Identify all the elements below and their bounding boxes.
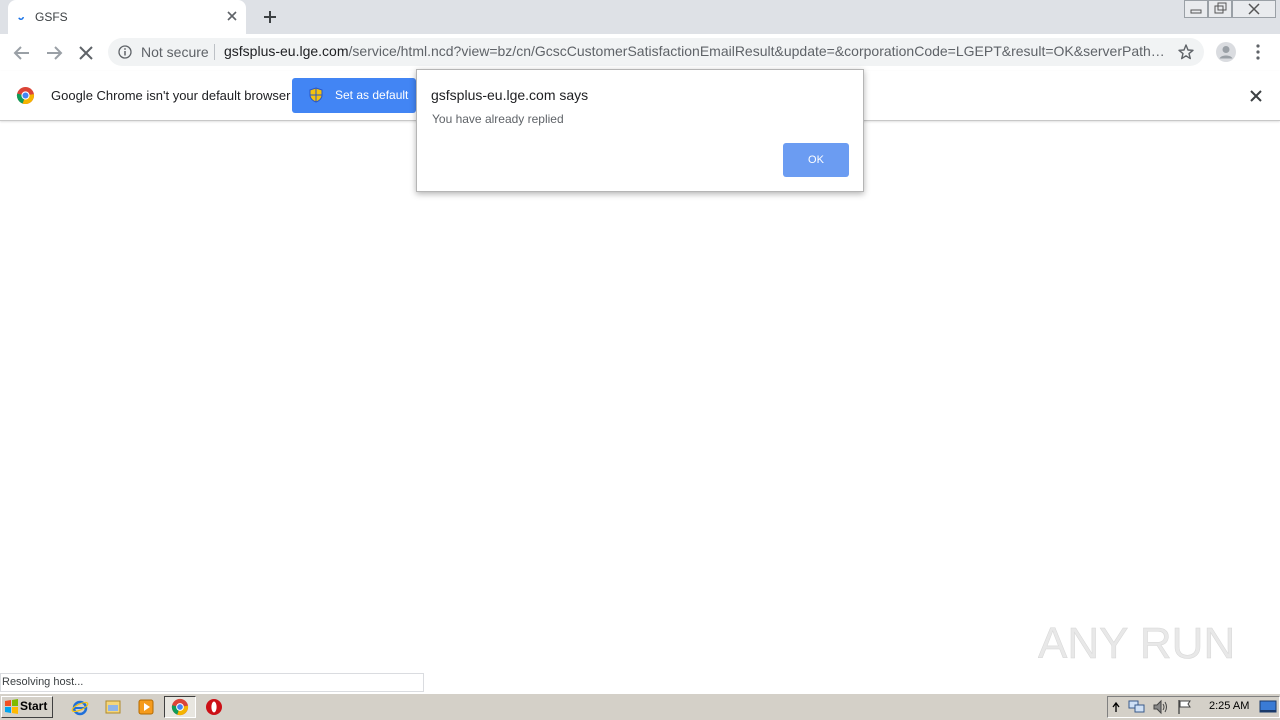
desktop-icon[interactable] [1259, 699, 1277, 715]
taskbar-clock[interactable]: 2:25 AM [1209, 700, 1249, 712]
dialog-title: gsfsplus-eu.lge.com says [431, 87, 589, 103]
media-player-icon[interactable] [137, 698, 155, 716]
shield-icon [309, 87, 323, 103]
minimize-button[interactable] [1184, 0, 1208, 18]
network-icon[interactable] [1128, 699, 1146, 715]
watermark-text: ANY RUN [1038, 619, 1234, 668]
set-as-default-label: Set as default [335, 88, 409, 102]
window-close-icon [1248, 3, 1260, 15]
chrome-icon[interactable] [171, 698, 189, 716]
close-icon[interactable] [1248, 88, 1264, 104]
security-label[interactable]: Not secure [141, 44, 209, 60]
plus-icon[interactable] [259, 6, 281, 28]
dialog-message: You have already replied [432, 112, 564, 126]
url-host: gsfsplus-eu.lge.com [224, 43, 349, 59]
watermark: ANY RUN [1038, 619, 1234, 669]
folder-icon[interactable] [104, 698, 122, 716]
opera-icon[interactable] [205, 698, 223, 716]
url-text[interactable]: gsfsplus-eu.lge.com/service/html.ncd?vie… [224, 43, 1166, 59]
status-text: Resolving host... [2, 676, 84, 688]
restore-button[interactable] [1208, 0, 1232, 18]
window-close-button[interactable] [1232, 0, 1276, 18]
forward-arrow-icon[interactable] [42, 42, 66, 64]
star-icon[interactable] [1177, 43, 1195, 61]
loading-spinner-icon [18, 14, 24, 20]
volume-icon[interactable] [1152, 699, 1170, 715]
ok-button[interactable]: OK [783, 143, 849, 177]
ie-icon[interactable] [71, 698, 89, 716]
restore-icon [1214, 2, 1227, 14]
omnibox-divider [214, 44, 215, 60]
back-arrow-icon[interactable] [10, 42, 34, 64]
stop-icon[interactable] [74, 42, 98, 64]
avatar-icon[interactable] [1215, 41, 1237, 63]
url-path: /service/html.ncd?view=bz/cn/GcscCustome… [348, 43, 1166, 59]
flag-icon[interactable] [1176, 699, 1194, 715]
infobar-message: Google Chrome isn't your default browser [51, 88, 291, 103]
chrome-logo-icon [16, 86, 35, 105]
close-icon[interactable] [224, 8, 240, 24]
tab-title: GSFS [35, 10, 68, 24]
start-label: Start [20, 699, 48, 713]
menu-icon[interactable] [1252, 43, 1264, 61]
minimize-icon [1190, 9, 1202, 14]
info-icon[interactable] [118, 45, 132, 59]
chevron-up-icon[interactable] [1111, 700, 1121, 714]
windows-logo-icon [5, 699, 18, 714]
